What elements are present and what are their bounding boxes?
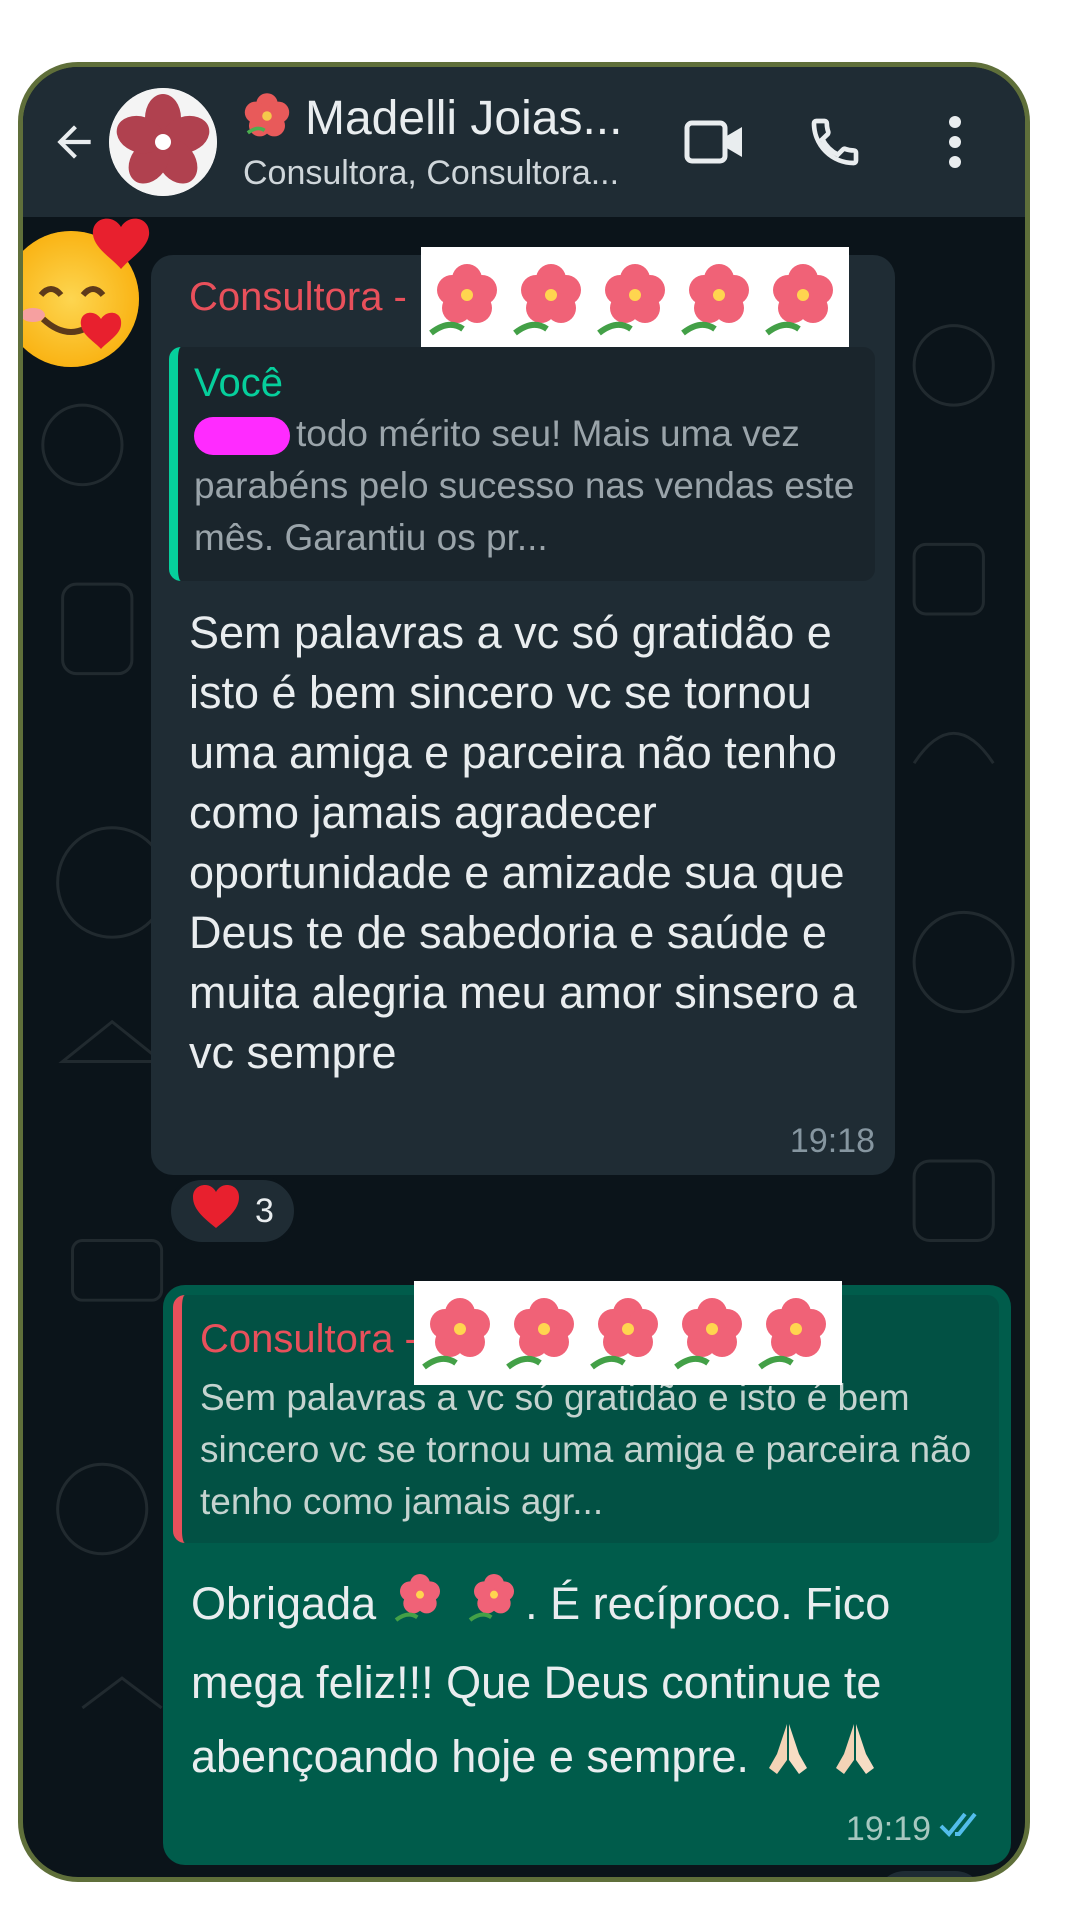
chat-header: Madelli Joias... Consultora, Consultora.… xyxy=(23,67,1025,217)
redaction-mark xyxy=(194,417,290,456)
chat-title[interactable]: Madelli Joias... xyxy=(305,91,622,146)
incoming-message-bubble[interactable]: Consultora - Você todo mérito seu! Mais … xyxy=(151,247,895,1175)
hibiscus-emoji xyxy=(389,1568,451,1646)
heart-emoji xyxy=(891,1877,935,1882)
quoted-message[interactable]: Você todo mérito seu! Mais uma vez parab… xyxy=(169,347,875,581)
hibiscus-emoji-strip xyxy=(414,1281,842,1385)
reaction-badge[interactable]: 3 xyxy=(168,1177,297,1245)
outgoing-message-bubble[interactable]: Consultora - Sem palavras a vc só gratid… xyxy=(163,1281,1011,1865)
quoted-sender: Você xyxy=(194,361,283,405)
phone-frame: Madelli Joias... Consultora, Consultora.… xyxy=(18,62,1030,1882)
quoted-text: Sem palavras a vc só gratidão e isto é b… xyxy=(200,1377,972,1522)
heart-emoji xyxy=(191,1184,241,1239)
quoted-message[interactable]: Consultora - Sem palavras a vc só gratid… xyxy=(173,1281,999,1543)
message-text: Sem palavras a vc só gratidão e isto é b… xyxy=(189,607,857,1078)
praying-hands-emoji xyxy=(828,1720,882,1800)
video-call-icon[interactable] xyxy=(675,102,755,182)
more-options-icon[interactable] xyxy=(915,102,995,182)
hibiscus-emoji xyxy=(463,1568,525,1646)
message-time: 19:19 xyxy=(845,1810,931,1848)
avatar[interactable] xyxy=(109,88,217,196)
sender-name[interactable]: Consultora - xyxy=(189,275,407,320)
message-text: Obrigada . É recíproco. Fico mega feliz!… xyxy=(191,1567,981,1800)
reaction-count: 3 xyxy=(255,1191,274,1230)
chat-subtitle[interactable]: Consultora, Consultora... xyxy=(243,154,675,193)
quoted-text: todo mérito seu! Mais uma vez parabéns p… xyxy=(194,413,855,558)
double-check-icon xyxy=(939,1810,985,1849)
hibiscus-emoji-strip xyxy=(421,247,849,351)
heart-eyes-emoji xyxy=(23,207,171,377)
hibiscus-emoji xyxy=(243,92,291,145)
phone-icon[interactable] xyxy=(795,102,875,182)
praying-hands-emoji xyxy=(761,1720,815,1800)
back-arrow-icon[interactable] xyxy=(39,107,109,177)
message-time: 19:18 xyxy=(789,1122,875,1160)
